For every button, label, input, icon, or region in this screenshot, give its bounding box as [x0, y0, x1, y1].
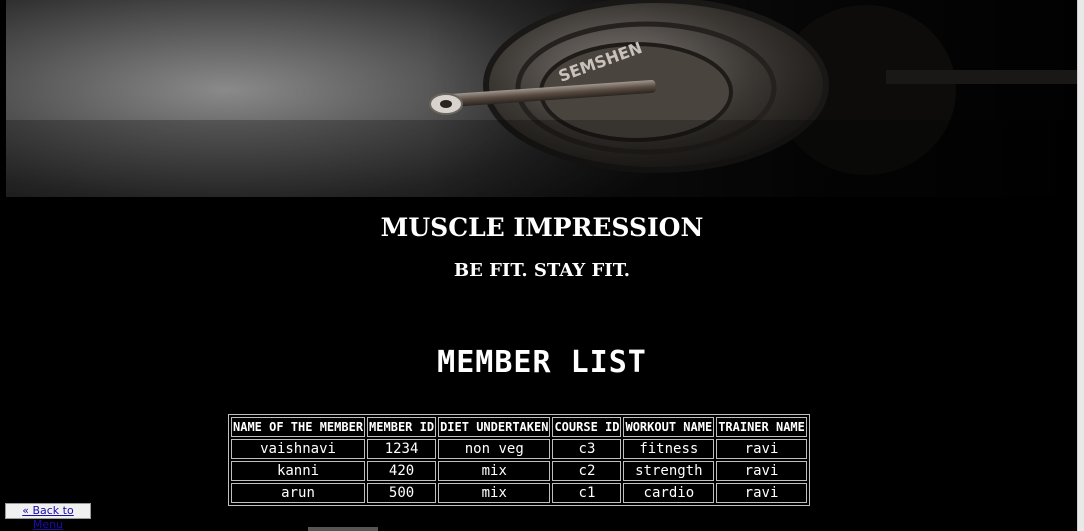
column-header-workout: WORKOUT NAME: [623, 417, 715, 437]
column-header-trainer: TRAINER NAME: [716, 417, 807, 437]
cell-course-id: c2: [552, 461, 622, 481]
cell-member-name: kanni: [231, 461, 366, 481]
site-tagline: BE FIT. STAY FIT.: [453, 260, 631, 281]
column-header-member-id: MEMBER ID: [367, 417, 437, 437]
table-row: vaishnavi 1234 non veg c3 fitness ravi: [231, 439, 807, 459]
column-header-diet: DIET UNDERTAKEN: [438, 417, 551, 437]
member-list-heading: MEMBER LIST: [437, 345, 647, 380]
table-row: kanni 420 mix c2 strength ravi: [231, 461, 807, 481]
cell-workout: cardio: [623, 483, 715, 503]
page: SEMSHEN MUSCLE IMPRESSION BE FIT. STAY F…: [0, 0, 1084, 531]
cell-course-id: c1: [552, 483, 622, 503]
column-header-member-name: NAME OF THE MEMBER: [231, 417, 366, 437]
cell-workout: strength: [623, 461, 715, 481]
cell-trainer: ravi: [716, 483, 807, 503]
cell-diet: mix: [438, 461, 551, 481]
member-table: NAME OF THE MEMBER MEMBER ID DIET UNDERT…: [228, 414, 810, 506]
cell-course-id: c3: [552, 439, 622, 459]
cell-member-id: 1234: [367, 439, 437, 459]
banner-image: SEMSHEN: [6, 0, 1078, 197]
cell-member-id: 500: [367, 483, 437, 503]
site-title: MUSCLE IMPRESSION: [380, 213, 704, 242]
barbell-plate-image: SEMSHEN: [6, 0, 1078, 197]
column-header-course-id: COURSE ID: [552, 417, 622, 437]
back-to-menu-link[interactable]: « Back to Menu: [5, 503, 91, 531]
cell-trainer: ravi: [716, 461, 807, 481]
vertical-scrollbar[interactable]: [1077, 0, 1084, 531]
cell-member-id: 420: [367, 461, 437, 481]
table-header-row: NAME OF THE MEMBER MEMBER ID DIET UNDERT…: [231, 417, 807, 437]
cell-member-name: vaishnavi: [231, 439, 366, 459]
horizontal-scrollbar-thumb[interactable]: [308, 527, 378, 531]
member-table-container: NAME OF THE MEMBER MEMBER ID DIET UNDERT…: [228, 414, 810, 506]
table-row: arun 500 mix c1 cardio ravi: [231, 483, 807, 503]
cell-member-name: arun: [231, 483, 366, 503]
cell-diet: non veg: [438, 439, 551, 459]
cell-diet: mix: [438, 483, 551, 503]
cell-trainer: ravi: [716, 439, 807, 459]
cell-workout: fitness: [623, 439, 715, 459]
